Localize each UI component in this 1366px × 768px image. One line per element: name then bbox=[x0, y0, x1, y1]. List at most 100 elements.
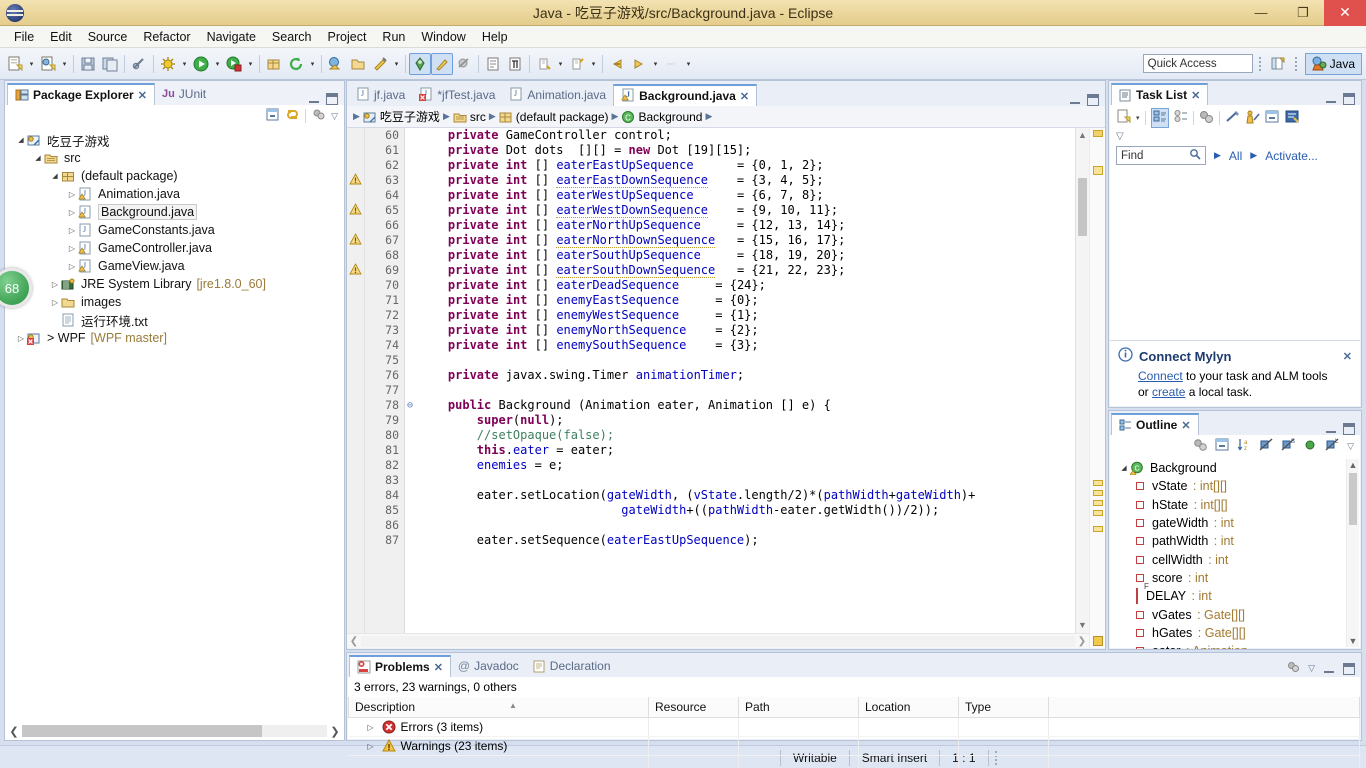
previous-annotation-icon[interactable] bbox=[566, 53, 588, 75]
refresh-icon[interactable] bbox=[285, 53, 307, 75]
code-line[interactable]: 77 bbox=[347, 383, 1105, 398]
code-line[interactable]: 78 ⊖ public Background (Animation eater, … bbox=[347, 398, 1105, 413]
categorized-mode-icon[interactable] bbox=[1150, 108, 1169, 128]
code-line[interactable]: 82 enemies = e; bbox=[347, 458, 1105, 473]
scroll-right-icon[interactable]: ❯ bbox=[1075, 636, 1089, 647]
synchronize-icon[interactable] bbox=[1199, 110, 1214, 127]
tab-declaration[interactable]: Declaration bbox=[526, 655, 618, 677]
chevron-right-icon[interactable]: ▷ bbox=[15, 334, 27, 343]
code-line[interactable]: 67 private int [] eaterNorthDownSequence… bbox=[347, 233, 1105, 248]
chevron-right-icon[interactable]: ▷ bbox=[66, 226, 78, 235]
code-line[interactable]: 79 super(null); bbox=[347, 413, 1105, 428]
view-menu-icon[interactable]: ▽ bbox=[1308, 663, 1315, 674]
code-line[interactable]: 61 private Dot dots [][] = new Dot [19][… bbox=[347, 143, 1105, 158]
chevron-right-icon[interactable]: ▷ bbox=[365, 742, 377, 751]
scroll-thumb[interactable] bbox=[22, 725, 262, 737]
editor-tab-jftest-java[interactable]: J *jfTest.java bbox=[412, 84, 502, 106]
previous-annotation-dropdown-icon[interactable]: ▾ bbox=[588, 53, 599, 75]
tab-package-explorer[interactable]: Package Explorer ✕ bbox=[7, 83, 155, 105]
toggle-breakpoint-icon[interactable] bbox=[128, 53, 150, 75]
tab-outline[interactable]: Outline ✕ bbox=[1111, 413, 1199, 435]
editor-tab-animation-java[interactable]: J Animation.java bbox=[502, 84, 613, 106]
search-icon[interactable] bbox=[1189, 148, 1201, 163]
find-input[interactable]: Find bbox=[1116, 146, 1206, 165]
breadcrumb-item-class[interactable]: Background bbox=[638, 110, 702, 124]
minimize-button[interactable]: — bbox=[1240, 0, 1282, 26]
menu-search[interactable]: Search bbox=[264, 28, 320, 46]
collapse-all-icon[interactable] bbox=[1265, 110, 1280, 127]
problems-table[interactable]: Description ▲ Resource Path Location Typ… bbox=[348, 697, 1360, 768]
code-line[interactable]: 63 private int [] eaterEastDownSequence … bbox=[347, 173, 1105, 188]
chevron-right-icon[interactable]: ▷ bbox=[66, 262, 78, 271]
hide-local-types-icon[interactable]: L bbox=[1325, 438, 1340, 455]
chevron-right-icon[interactable]: ▷ bbox=[49, 298, 61, 307]
open-resource-icon[interactable] bbox=[347, 53, 369, 75]
minimize-icon[interactable] bbox=[1325, 93, 1337, 105]
new-wizard-dropdown-icon[interactable]: ▾ bbox=[26, 53, 37, 75]
maximize-icon[interactable] bbox=[1343, 662, 1355, 675]
filter-all-link[interactable]: All bbox=[1229, 149, 1242, 163]
focus-on-workweek-icon[interactable] bbox=[1225, 110, 1240, 127]
pi-icon[interactable] bbox=[504, 53, 526, 75]
chevron-down-icon[interactable]: ◢ bbox=[1118, 464, 1130, 472]
menu-source[interactable]: Source bbox=[80, 28, 136, 46]
column-path[interactable]: Path bbox=[738, 697, 859, 718]
menu-navigate[interactable]: Navigate bbox=[199, 28, 264, 46]
filter-activate-link[interactable]: Activate... bbox=[1265, 149, 1318, 163]
quick-access-input[interactable]: Quick Access bbox=[1142, 54, 1253, 73]
outline-item-delay[interactable]: F DELAY : int bbox=[1110, 582, 1360, 605]
debug-icon[interactable] bbox=[157, 53, 179, 75]
skip-breakpoints-icon[interactable] bbox=[453, 53, 475, 75]
debug-dropdown-icon[interactable]: ▾ bbox=[179, 53, 190, 75]
toggle-markoccurrences-icon[interactable] bbox=[409, 52, 431, 75]
scroll-down-icon[interactable]: ▼ bbox=[1347, 636, 1359, 646]
chevron-right-icon[interactable]: ▷ bbox=[49, 280, 61, 289]
minimize-icon[interactable] bbox=[308, 93, 320, 105]
table-row[interactable]: ▷ Errors (3 items) bbox=[348, 717, 1360, 737]
perspective-java-button[interactable]: Java bbox=[1304, 52, 1362, 75]
menu-file[interactable]: File bbox=[6, 28, 42, 46]
tree-item-src[interactable]: ◢ src bbox=[5, 149, 344, 167]
collapse-all-icon[interactable] bbox=[1215, 438, 1230, 455]
tree-item-txt[interactable]: 运行环境.txt bbox=[5, 311, 344, 329]
save-icon[interactable] bbox=[77, 53, 99, 75]
code-line[interactable]: 74 private int [] enemySouthSequence = {… bbox=[347, 338, 1105, 353]
view-menu-icon[interactable]: ▽ bbox=[1116, 131, 1124, 142]
focus-icon[interactable] bbox=[1286, 660, 1300, 677]
maximize-icon[interactable] bbox=[1343, 93, 1355, 105]
outline-tree[interactable]: ◢ C Background vState : int[][] hState : int… bbox=[1110, 457, 1360, 649]
close-icon[interactable]: ✕ bbox=[1181, 419, 1190, 432]
outline-item-hstate[interactable]: hState : int[][] bbox=[1110, 496, 1360, 514]
tree-item-wpf[interactable]: ▷ > WPF [WPF master] bbox=[5, 329, 344, 347]
tab-junit[interactable]: Ju JUnit bbox=[155, 83, 213, 105]
new-java-class-icon[interactable] bbox=[37, 53, 59, 75]
run-coverage-dropdown-icon[interactable]: ▾ bbox=[245, 53, 256, 75]
tab-javadoc[interactable]: @ Javadoc bbox=[451, 655, 526, 677]
hide-fields-icon[interactable] bbox=[1259, 438, 1274, 455]
code-line[interactable]: 86 bbox=[347, 518, 1105, 533]
code-line[interactable]: 60 private GameController control; bbox=[347, 128, 1105, 143]
outline-vscrollbar[interactable]: ▲ ▼ bbox=[1346, 459, 1359, 647]
editor-vscrollbar[interactable]: ▲ ▼ bbox=[1075, 128, 1089, 648]
tab-task-list[interactable]: Task List ✕ bbox=[1111, 83, 1209, 105]
breadcrumb-item-src[interactable]: src bbox=[470, 110, 486, 124]
tree-item-gameview-java[interactable]: ▷ J GameView.java bbox=[5, 257, 344, 275]
open-perspective-icon[interactable] bbox=[1267, 53, 1289, 75]
menu-run[interactable]: Run bbox=[374, 28, 413, 46]
code-editor[interactable]: 60 private GameController control; 61 pri… bbox=[347, 128, 1105, 648]
minimize-icon[interactable] bbox=[1325, 423, 1337, 435]
run-dropdown-icon[interactable]: ▾ bbox=[212, 53, 223, 75]
maximize-icon[interactable] bbox=[326, 93, 338, 105]
tree-item-[interactable]: ◢ 吃豆子游戏 bbox=[5, 131, 344, 149]
chevron-right-icon[interactable]: ▷ bbox=[66, 244, 78, 253]
minimize-icon[interactable] bbox=[1323, 663, 1335, 675]
refresh-dropdown-icon[interactable]: ▾ bbox=[307, 53, 318, 75]
menu-help[interactable]: Help bbox=[474, 28, 516, 46]
scroll-left-icon[interactable]: ❮ bbox=[347, 636, 361, 647]
tree-item-jre-system-library[interactable]: ▷ JRE System Library [jre1.8.0_60] bbox=[5, 275, 344, 293]
forward-icon[interactable] bbox=[628, 53, 650, 75]
package-explorer-tree[interactable]: ◢ 吃豆子游戏 ◢ src ◢ (default package) ▷ J Animation.… bbox=[5, 127, 344, 347]
chevron-down-icon[interactable]: ◢ bbox=[32, 154, 44, 162]
code-line[interactable]: 85 gateWidth+((pathWidth-eater.getWidth(… bbox=[347, 503, 1105, 518]
editor-tab-jf-java[interactable]: Jjf.java bbox=[349, 84, 412, 106]
